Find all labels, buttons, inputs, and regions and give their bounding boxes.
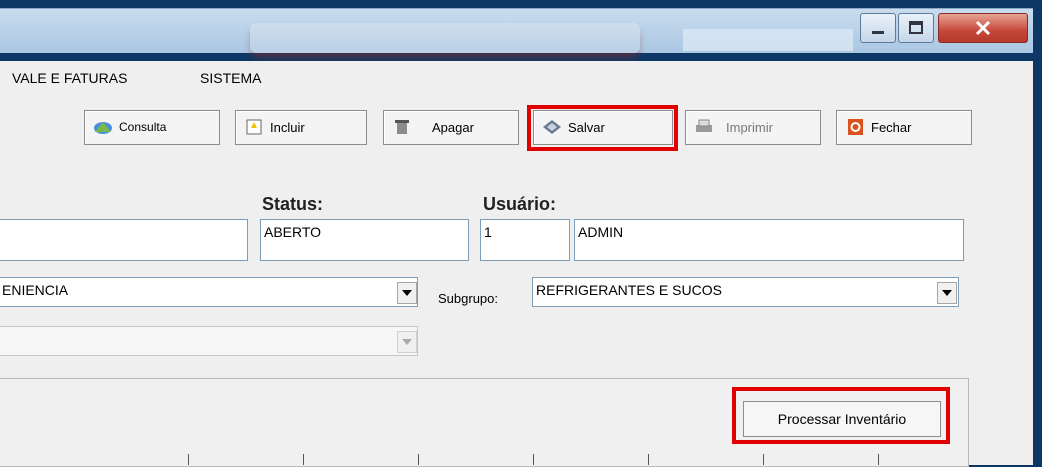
usuario-label: Usuário:: [483, 194, 557, 214]
apagar-label: Apagar: [432, 120, 474, 135]
grid-column-divider: [418, 454, 419, 465]
consulta-button[interactable]: Consulta: [84, 110, 220, 145]
consulta-label: Consulta: [119, 120, 167, 134]
new-document-icon: [246, 119, 262, 135]
disabled-combo[interactable]: [0, 326, 418, 356]
grid-column-divider: [188, 454, 189, 465]
fechar-label: Fechar: [871, 120, 912, 135]
status-label: Status:: [262, 194, 324, 214]
grid-column-divider: [648, 454, 649, 465]
salvar-highlight: [527, 105, 678, 151]
grupo-dropdown-arrow[interactable]: [397, 282, 417, 304]
subgrupo-label: Subgrupo:: [438, 291, 498, 306]
title-bar: [0, 8, 1033, 53]
imprimir-button[interactable]: Imprimir: [685, 110, 821, 145]
client-area: VALE E FATURAS SISTEMA Consulta Incluir …: [0, 61, 1033, 467]
printer-icon: [696, 119, 712, 132]
title-bar-region: [683, 29, 853, 51]
grid-column-divider: [763, 454, 764, 465]
status-field[interactable]: ABERTO: [260, 219, 469, 261]
incluir-button[interactable]: Incluir: [235, 110, 367, 145]
disabled-dropdown-arrow[interactable]: [397, 331, 417, 353]
grid-column-divider: [303, 454, 304, 465]
close-button[interactable]: [938, 13, 1028, 43]
subgrupo-dropdown-arrow[interactable]: [937, 282, 957, 304]
trash-icon: [395, 120, 409, 134]
maximize-button[interactable]: [898, 13, 934, 43]
search-globe-icon: [94, 122, 112, 134]
imprimir-label: Imprimir: [726, 120, 773, 135]
incluir-label: Incluir: [270, 120, 305, 135]
menu-sistema[interactable]: SISTEMA: [200, 70, 261, 86]
menu-vale-e-faturas[interactable]: VALE E FATURAS: [12, 70, 127, 86]
grupo-combo[interactable]: ENIENCIA: [0, 277, 418, 307]
minimize-icon: [872, 31, 884, 34]
left-field[interactable]: [0, 219, 248, 261]
maximize-icon: [909, 21, 923, 34]
close-icon: [975, 20, 991, 36]
minimize-button[interactable]: [860, 13, 896, 43]
apagar-button[interactable]: Apagar: [383, 110, 519, 145]
close-door-icon: [848, 119, 863, 135]
grid-column-divider: [878, 454, 879, 465]
grid-column-divider: [533, 454, 534, 465]
window-frame: VALE E FATURAS SISTEMA Consulta Incluir …: [0, 0, 1042, 467]
subgrupo-combo[interactable]: REFRIGERANTES E SUCOS: [532, 277, 959, 307]
usuario-id-field[interactable]: 1: [480, 219, 570, 261]
window-title-blurred: [250, 23, 640, 53]
menu-bar: VALE E FATURAS SISTEMA: [0, 61, 1033, 91]
fechar-button[interactable]: Fechar: [836, 110, 972, 145]
processar-highlight: [732, 387, 950, 444]
usuario-name-field[interactable]: ADMIN: [574, 219, 964, 261]
